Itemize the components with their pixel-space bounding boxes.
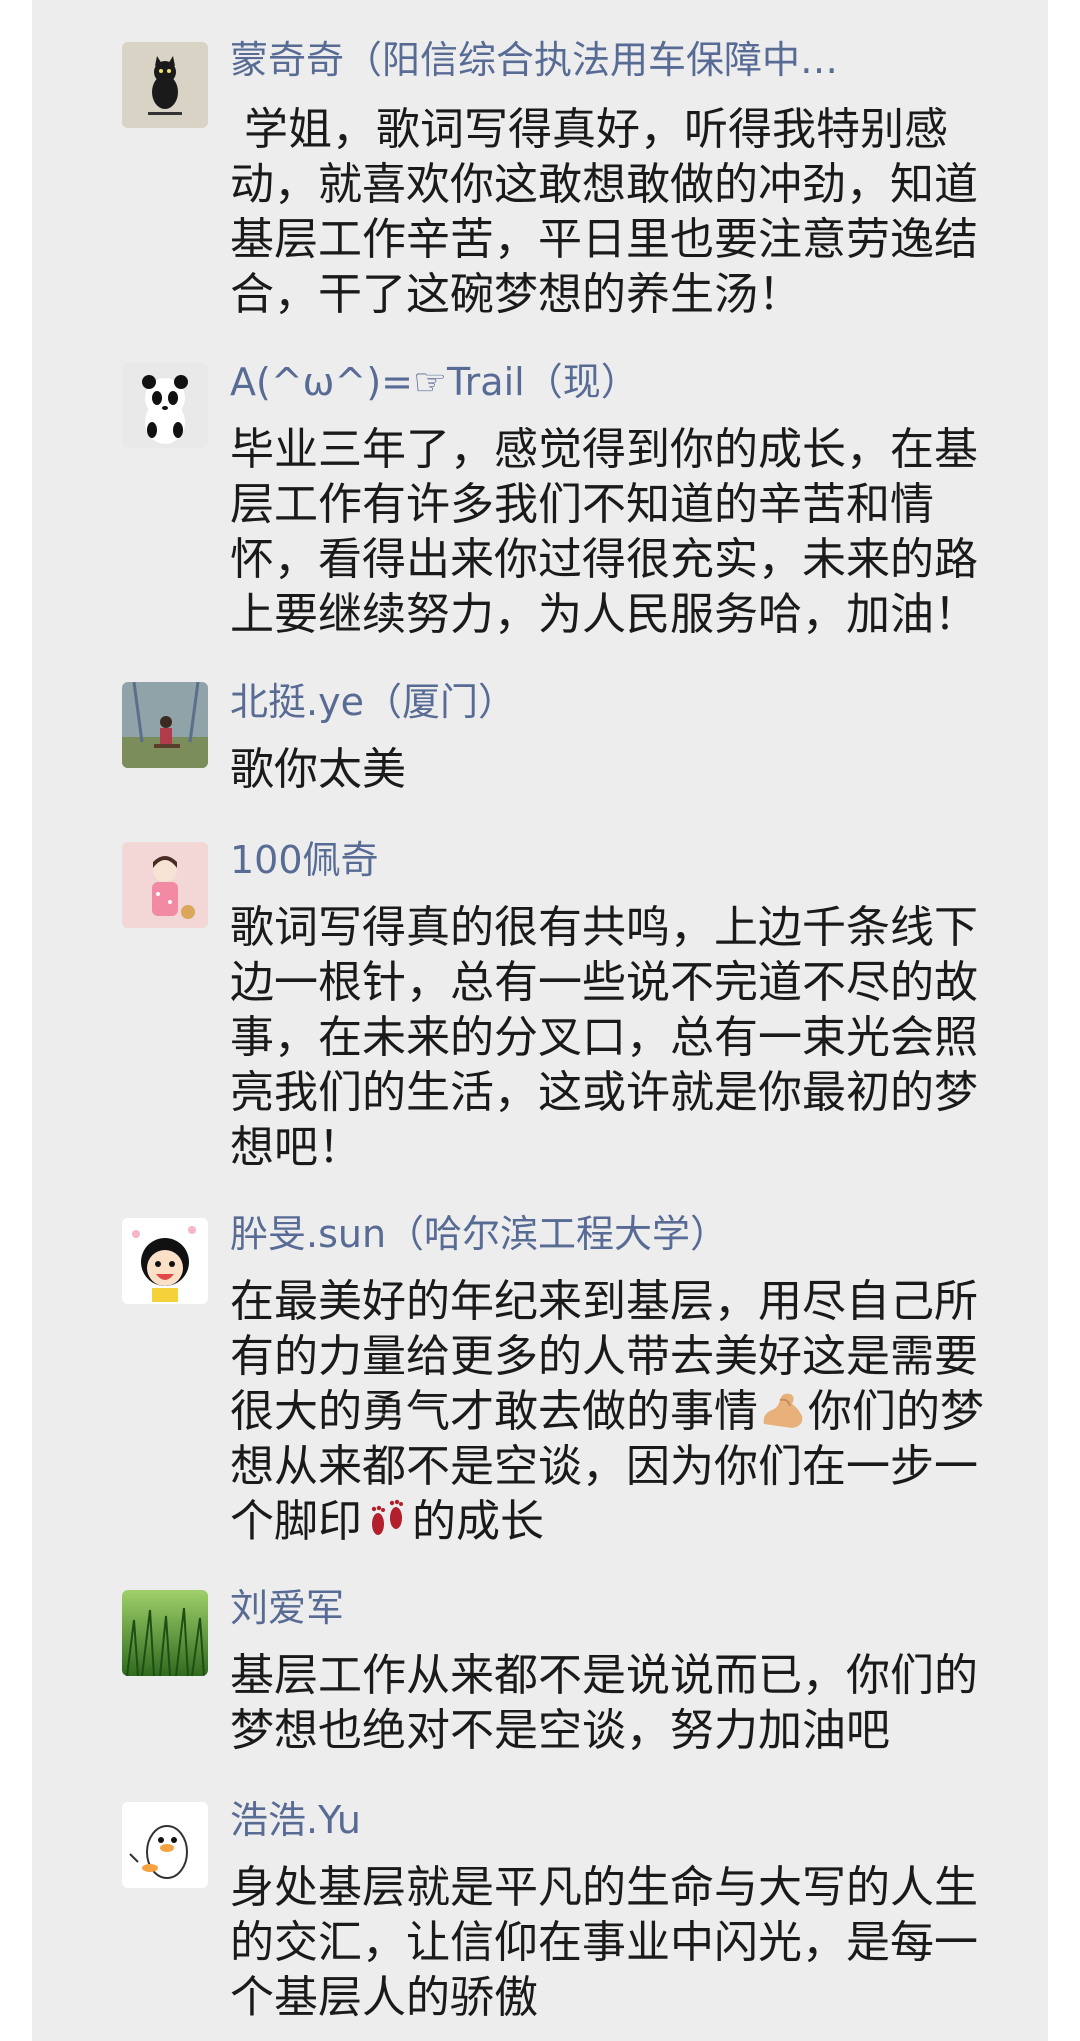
grass-avatar[interactable]	[122, 1590, 208, 1676]
comment-text: 歌你太美	[230, 744, 406, 795]
commenter-name[interactable]: 北挺.ye（厦门）	[230, 680, 1010, 724]
comment-text: 基层工作从来都不是说说而已，你们的梦想也绝对不是空谈，努力加油吧	[230, 1650, 978, 1756]
duck-avatar[interactable]	[122, 1802, 208, 1888]
commenter-name[interactable]: 浩浩.Yu	[230, 1798, 1010, 1842]
commenter-name[interactable]: A(^ω^)=☞Trail（现）	[230, 360, 1010, 404]
footprints-icon	[371, 1499, 403, 1535]
flexed-biceps-icon	[763, 1393, 803, 1428]
commenter-name[interactable]: 100佩奇	[230, 838, 1010, 882]
commenter-name[interactable]: 刘爱军	[230, 1586, 1010, 1630]
cartoon-face-avatar[interactable]	[122, 1218, 208, 1304]
black-cat-avatar[interactable]	[122, 42, 208, 128]
comment-text-part: 的成长	[412, 1496, 544, 1547]
comment-text: 学姐，歌词写得真好，听得我特别感动，就喜欢你这敢想敢做的冲劲，知道基层工作辛苦，…	[230, 104, 978, 320]
comment-text: 毕业三年了，感觉得到你的成长，在基层工作有许多我们不知道的辛苦和情怀，看得出来你…	[230, 424, 978, 640]
commenter-name[interactable]: 蒙奇奇（阳信综合执法用车保障中…	[230, 38, 1010, 82]
panda-avatar[interactable]	[122, 362, 208, 448]
comment-text: 身处基层就是平凡的生命与大写的人生的交汇，让信仰在事业中闪光，是每一个基层人的骄…	[230, 1862, 978, 2023]
child-swing-avatar[interactable]	[122, 682, 208, 768]
cartoon-girl-avatar[interactable]	[122, 842, 208, 928]
comment-text: 歌词写得真的很有共鸣，上边千条线下边一根针，总有一些说不完道不尽的故事，在未来的…	[230, 902, 978, 1173]
comments-panel: 蒙奇奇（阳信综合执法用车保障中… 学姐，歌词写得真好，听得我特别感动，就喜欢你这…	[32, 0, 1048, 2041]
commenter-name[interactable]: 肸旻.sun（哈尔滨工程大学）	[230, 1212, 1010, 1256]
comment-text: 在最美好的年纪来到基层，用尽自己所有的力量给更多的人带去美好这是需要很大的勇气才…	[230, 1274, 1020, 1549]
